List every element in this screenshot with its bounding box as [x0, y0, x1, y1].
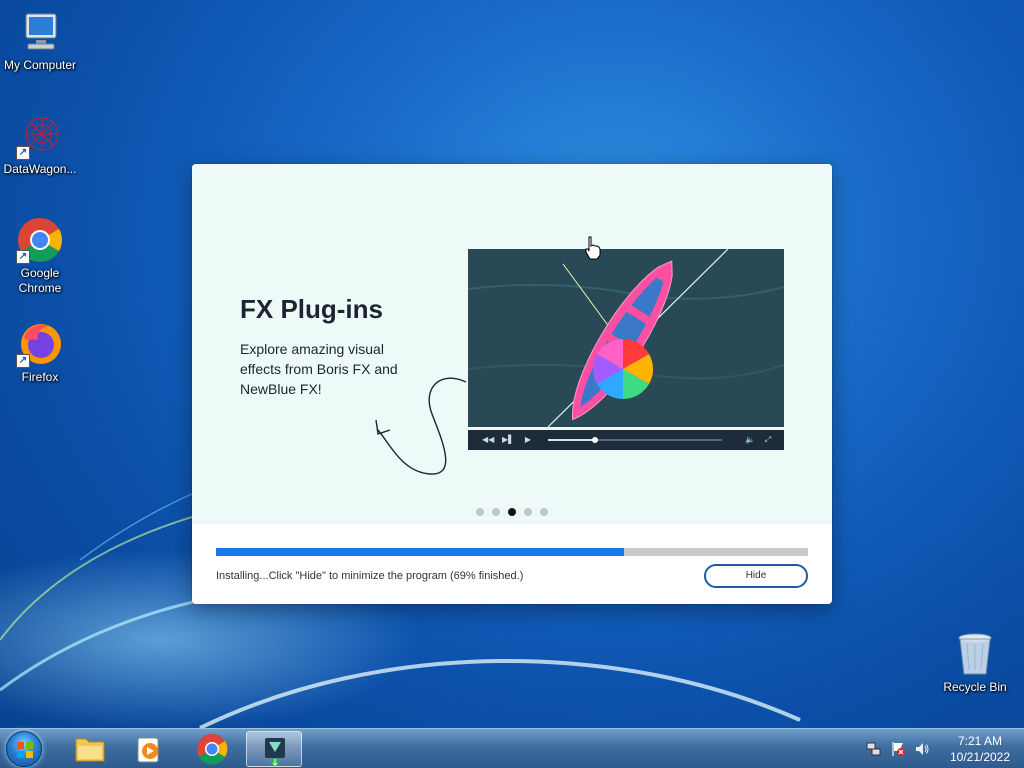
volume-icon[interactable]: 🔈 [744, 434, 756, 446]
carousel-dot[interactable] [476, 508, 484, 516]
datawagon-icon: ↗ [16, 112, 64, 160]
desktop-icon-label: Google Chrome [18, 266, 62, 295]
hide-button[interactable]: Hide [704, 564, 808, 588]
taskbar-clock[interactable]: 7:21 AM 10/21/2022 [938, 733, 1022, 765]
video-seek-bar[interactable] [548, 437, 722, 443]
video-seek-fill [548, 439, 595, 441]
install-status-text: Installing...Click "Hide" to minimize th… [216, 570, 524, 582]
desktop-icon-label: DataWagon... [3, 162, 77, 176]
taskbar-installer[interactable] [246, 731, 302, 767]
clock-date: 10/21/2022 [949, 750, 1011, 764]
video-seek-handle[interactable] [591, 437, 598, 443]
installer-icon [265, 738, 285, 766]
desktop-icon-datawagon[interactable]: ↗ DataWagon... [0, 112, 80, 176]
media-player-icon [137, 737, 159, 763]
recycle-bin-icon [951, 630, 999, 678]
chrome-icon: ↗ [16, 216, 64, 264]
computer-icon [16, 8, 64, 56]
boat-video-frame [468, 249, 784, 427]
desktop-icon-google-chrome[interactable]: ↗ Google Chrome [0, 216, 80, 296]
install-progress-fill [216, 548, 625, 556]
taskbar: 7:21 AM 10/21/2022 [0, 728, 1024, 768]
taskbar-google-chrome[interactable] [184, 731, 240, 767]
desktop-icon-label: My Computer [3, 58, 77, 72]
carousel-dot[interactable] [524, 508, 532, 516]
desktop-icon-label: Recycle Bin [943, 680, 1007, 694]
step-forward-icon[interactable]: ▶▌ [502, 434, 514, 446]
chrome-icon [197, 734, 228, 765]
carousel-dot[interactable] [492, 508, 500, 516]
desktop-icon-label: Firefox [21, 370, 59, 384]
installer-dialog: FX Plug-ins Explore amazing visual effec… [192, 164, 832, 604]
rewind-icon[interactable]: ◀◀ [482, 434, 494, 446]
feature-slide: FX Plug-ins Explore amazing visual effec… [192, 164, 832, 524]
slide-title: FX Plug-ins [240, 294, 383, 324]
video-controls: ◀◀ ▶▌ ▶ 🔈 ⤢ [468, 430, 784, 450]
windows-logo-icon [17, 742, 33, 758]
hand-cursor-icon [585, 236, 601, 260]
network-icon[interactable] [866, 741, 882, 757]
clock-time: 7:21 AM [957, 734, 1003, 748]
action-center-flag-icon[interactable] [890, 741, 906, 757]
firefox-icon: ↗ [16, 320, 64, 368]
desktop-icon-my-computer[interactable]: My Computer [0, 8, 80, 72]
desktop-icon-recycle-bin[interactable]: Recycle Bin [935, 630, 1015, 694]
installer-footer: Installing...Click "Hide" to minimize th… [192, 524, 832, 604]
carousel-dot[interactable] [508, 508, 516, 516]
taskbar-media-player[interactable] [122, 731, 178, 767]
play-icon[interactable]: ▶ [522, 434, 534, 446]
start-button[interactable] [6, 731, 42, 767]
video-preview[interactable] [468, 249, 784, 427]
install-progress-bar [216, 548, 808, 556]
folder-icon [75, 738, 105, 762]
carousel-dot[interactable] [540, 508, 548, 516]
desktop-icon-firefox[interactable]: ↗ Firefox [0, 320, 80, 384]
shortcut-arrow-icon: ↗ [16, 250, 30, 264]
system-tray: 7:21 AM 10/21/2022 [860, 729, 1024, 768]
shortcut-arrow-icon: ↗ [16, 354, 30, 368]
fullscreen-icon[interactable]: ⤢ [762, 434, 774, 446]
shortcut-arrow-icon: ↗ [16, 146, 30, 160]
volume-icon[interactable] [914, 741, 930, 757]
taskbar-windows-explorer[interactable] [62, 731, 118, 767]
curly-arrow-illustration [375, 377, 467, 475]
